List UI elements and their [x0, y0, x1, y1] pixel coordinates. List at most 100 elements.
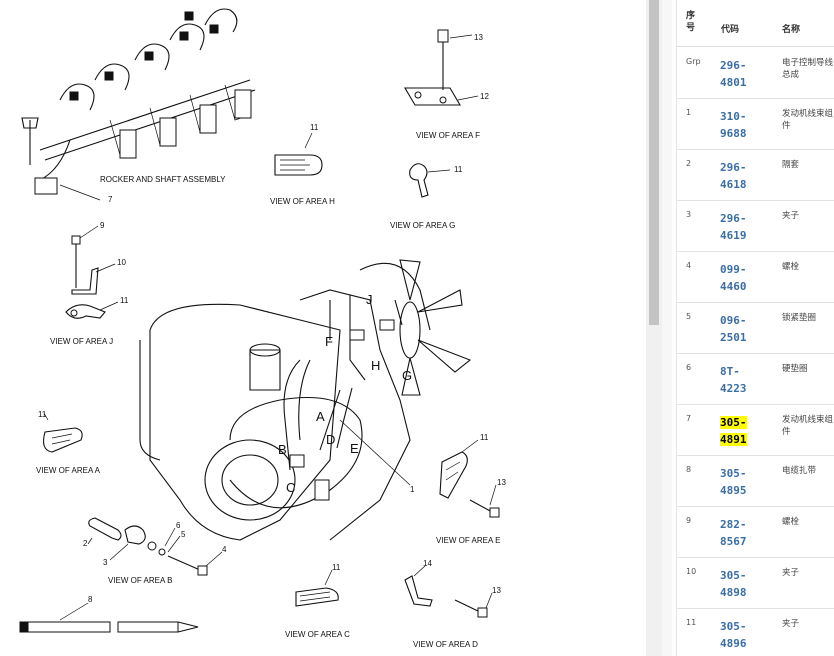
label-rocker-shaft: ROCKER AND SHAFT ASSEMBLY [100, 175, 226, 184]
clip-view-e [439, 439, 500, 518]
table-header: 序号 代码 名称 [677, 0, 834, 47]
header-code: 代码 [721, 25, 740, 35]
clip-view-j [65, 225, 119, 319]
part-code-link[interactable]: 8T-4223 [720, 363, 754, 397]
table-row: 11 305-4896 夹子 [677, 608, 834, 656]
callout-11-c: 11 [332, 563, 341, 572]
label-area-c: VIEW OF AREA C [285, 630, 350, 639]
callout-11-g: 11 [454, 165, 463, 174]
callout-13-d: 13 [492, 586, 501, 595]
parts-diagram: 7 ROCKER AND SHAFT ASSEMBLY 11 VIEW OF A… [0, 0, 646, 656]
label-area-g: VIEW OF AREA G [390, 221, 455, 230]
table-row-highlighted: 7 305-4891 发动机线束组件 [677, 404, 834, 456]
part-code-link[interactable]: 310-9688 [720, 108, 754, 142]
part-code-link[interactable]: 296-4618 [720, 159, 754, 193]
table-row: Grp 296-4801 电子控制导线总成 [677, 47, 834, 99]
callout-11-j: 11 [120, 296, 129, 305]
letter-g: G [402, 368, 412, 383]
spacer-clip-view-b [87, 517, 223, 576]
diagram-scrollbar[interactable] [646, 0, 662, 656]
part-name: 螺栓 [782, 517, 800, 527]
row-seq: 3 [686, 210, 692, 219]
row-seq: 1 [686, 108, 692, 117]
bracket-view-f [404, 29, 479, 106]
callout-13-e: 13 [497, 478, 506, 487]
letter-e: E [350, 441, 359, 456]
part-code-link[interactable]: 296-4619 [720, 210, 754, 244]
label-area-d: VIEW OF AREA D [413, 640, 478, 649]
part-name: 夹子 [782, 619, 800, 629]
label-area-b: VIEW OF AREA B [108, 576, 172, 585]
header-name: 名称 [782, 25, 801, 35]
callout-6: 6 [176, 521, 181, 530]
table-row: 5 096-2501 锁紧垫圈 [677, 302, 834, 354]
row-seq: 5 [686, 312, 692, 321]
row-seq: 4 [686, 261, 692, 270]
label-area-h: VIEW OF AREA H [270, 197, 335, 206]
callout-8: 8 [88, 595, 93, 604]
callout-2: 2 [83, 539, 88, 548]
part-code-link[interactable]: 305-4895 [720, 465, 754, 499]
part-name: 夹子 [782, 211, 800, 221]
table-row: 6 8T-4223 硬垫圈 [677, 353, 834, 405]
callout-11-h: 11 [310, 123, 319, 132]
part-code-link[interactable]: 305-4898 [720, 567, 754, 601]
callout-1: 1 [410, 485, 415, 494]
part-name: 电缆扎带 [782, 466, 817, 476]
clip-view-c [295, 569, 339, 607]
row-seq: 7 [686, 414, 692, 423]
letter-j: J [366, 292, 373, 307]
callout-13-f: 13 [474, 33, 483, 42]
scrollbar-thumb[interactable] [649, 0, 659, 325]
callout-11-a: 11 [38, 410, 47, 419]
label-area-e: VIEW OF AREA E [436, 536, 500, 545]
engine-assembly [139, 259, 472, 541]
part-code-link[interactable]: 296-4801 [720, 57, 754, 91]
cable-strap [19, 602, 199, 633]
label-area-f: VIEW OF AREA F [416, 131, 480, 140]
bracket-view-d [404, 565, 493, 618]
highlighted-code: 305-4891 [720, 416, 747, 446]
callout-3: 3 [103, 558, 108, 567]
part-code-link[interactable]: 305-4896 [720, 618, 754, 652]
label-area-a: VIEW OF AREA A [36, 466, 101, 475]
callout-12: 12 [480, 92, 489, 101]
part-code-link[interactable]: 096-2501 [720, 312, 754, 346]
letter-a: A [316, 409, 325, 424]
exploded-view-drawing: 7 ROCKER AND SHAFT ASSEMBLY 11 VIEW OF A… [19, 8, 506, 649]
callout-10: 10 [117, 258, 126, 267]
row-seq: 2 [686, 159, 692, 168]
clip-view-a [43, 412, 83, 453]
clip-view-h [274, 132, 323, 176]
row-seq: 9 [686, 516, 692, 525]
part-code-link-highlighted[interactable]: 305-4891 [720, 414, 754, 448]
panel-divider [662, 0, 672, 656]
row-seq: 11 [686, 618, 697, 627]
header-seq: 序号 [686, 11, 696, 33]
part-name: 隔套 [782, 160, 800, 170]
row-seq: 6 [686, 363, 692, 372]
label-area-j: VIEW OF AREA J [50, 337, 113, 346]
table-row: 8 305-4895 电缆扎带 [677, 455, 834, 507]
letter-h: H [371, 358, 380, 373]
callout-14: 14 [423, 559, 432, 568]
part-name: 电子控制导线总成 [782, 58, 834, 80]
parts-list-table: 序号 代码 名称 Grp 296-4801 电子控制导线总成 1 310-968… [676, 0, 834, 656]
callout-9: 9 [100, 221, 105, 230]
table-row: 3 296-4619 夹子 [677, 200, 834, 252]
part-name: 发动机线束组件 [782, 109, 834, 131]
part-name: 锁紧垫圈 [782, 313, 817, 323]
table-row: 10 305-4898 夹子 [677, 557, 834, 609]
letter-c: C [286, 480, 295, 495]
letter-b: B [278, 442, 287, 457]
part-code-link[interactable]: 099-4460 [720, 261, 754, 295]
table-row: 1 310-9688 发动机线束组件 [677, 98, 834, 150]
table-row: 2 296-4618 隔套 [677, 149, 834, 201]
callout-11-e: 11 [480, 433, 489, 442]
row-seq: 10 [686, 567, 697, 576]
part-name: 夹子 [782, 568, 800, 578]
part-code-link[interactable]: 282-8567 [720, 516, 754, 550]
part-name: 硬垫圈 [782, 364, 808, 374]
table-row: 9 282-8567 螺栓 [677, 506, 834, 558]
table-row: 4 099-4460 螺栓 [677, 251, 834, 303]
